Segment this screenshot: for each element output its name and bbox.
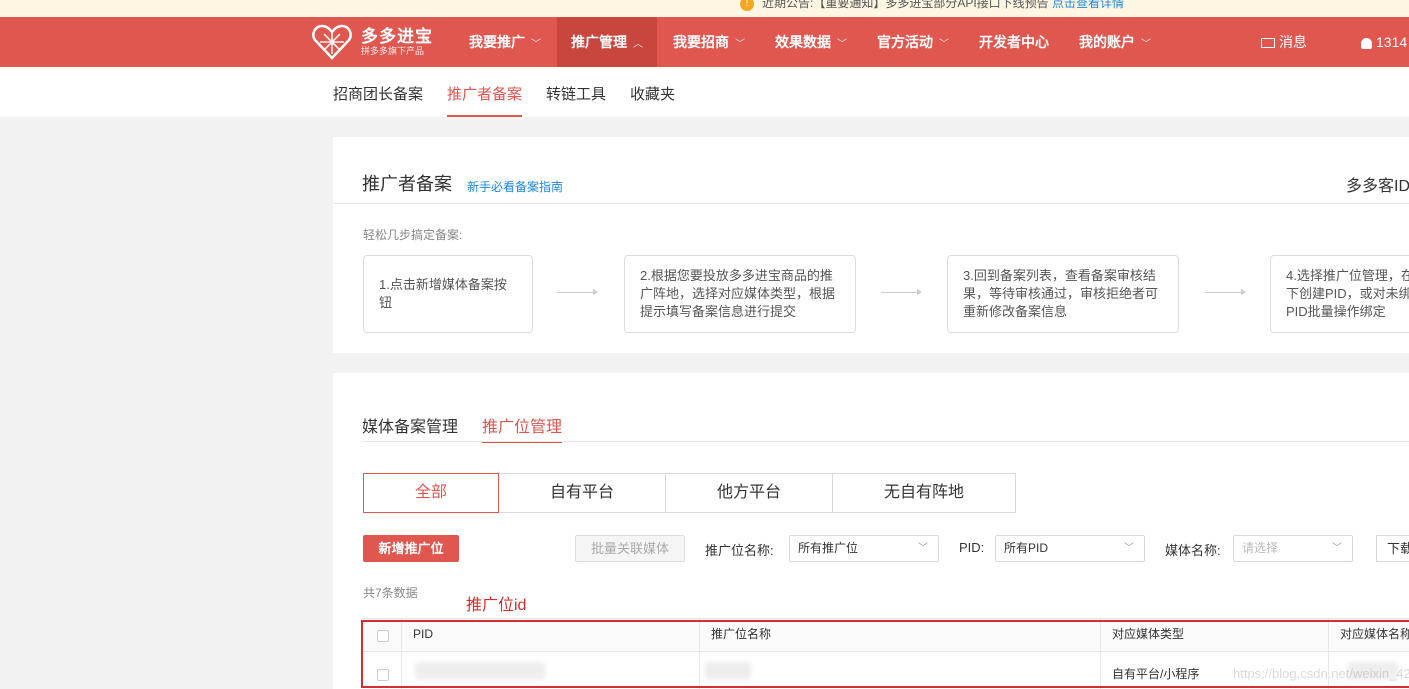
chevron-down-icon: ﹀: [735, 39, 745, 50]
logo[interactable]: 多多进宝 拼多多旗下产品: [312, 24, 433, 60]
duoduoke-id-label: 多多客ID: [1346, 178, 1409, 195]
management-card: 媒体备案管理 推广位管理 全部 自有平台 他方平台 无自有阵地 新增推广位 批量…: [333, 373, 1409, 689]
sub-navigation: 招商团长备案 推广者备案 转链工具 收藏夹: [0, 67, 1409, 117]
step-2: 2.根据您要投放多多进宝商品的推广阵地，选择对应媒体类型，根据提示填写备案信息进…: [624, 255, 856, 333]
logo-icon: [312, 24, 352, 60]
segment-no-own-channel[interactable]: 无自有阵地: [832, 473, 1016, 513]
redacted-pid: [415, 662, 545, 680]
steps-hint: 轻松几步搞定备案:: [363, 228, 463, 242]
nav-item-data[interactable]: 效果数据 ﹀: [775, 17, 847, 67]
chevron-down-icon: ﹀: [939, 39, 949, 50]
divider: [333, 203, 1409, 204]
notice-link[interactable]: 点击查看详情: [1052, 0, 1124, 10]
arrow-right-icon: [557, 289, 598, 295]
redacted-position-name: [705, 662, 751, 680]
segment-own-platform[interactable]: 自有平台: [498, 473, 666, 513]
position-table: PID 推广位名称 对应媒体类型 对应媒体名称 自有平台/小程序 https:/…: [361, 618, 1409, 689]
table-header: PID 推广位名称 对应媒体类型 对应媒体名称: [363, 618, 1409, 652]
segment-all[interactable]: 全部: [363, 473, 499, 513]
notice-bar: ! 近期公告:【重要通知】多多进宝部分API接口下线预告 点击查看详情: [0, 0, 1409, 17]
header-media-type: 对应媒体类型: [1112, 627, 1185, 641]
record-count: 共7条数据: [363, 586, 418, 600]
subnav-item-promoter-filing[interactable]: 推广者备案: [447, 67, 523, 117]
column-divider: [401, 618, 402, 689]
column-divider: [1100, 618, 1101, 689]
row-media-type: 自有平台/小程序: [1112, 667, 1200, 681]
messages-button[interactable]: 消息: [1261, 17, 1307, 67]
step-4: 4.选择推广位管理，在下创建PID，或对未绑PID批量操作绑定: [1270, 255, 1409, 333]
header-pid: PID: [413, 627, 434, 641]
guide-link[interactable]: 新手必看备案指南: [467, 178, 563, 195]
warning-icon: !: [740, 0, 754, 11]
chevron-down-icon: ﹀: [1124, 543, 1134, 554]
top-navigation: 多多进宝 拼多多旗下产品 我要推广 ﹀ 推广管理 ︿ 我要招商 ﹀ 效果数据 ﹀ 官方活…: [0, 17, 1409, 67]
nav-item-developer[interactable]: 开发者中心: [979, 17, 1049, 67]
chevron-down-icon: ﹀: [531, 39, 541, 50]
brand-title: 多多进宝: [361, 27, 433, 46]
pid-label: PID:: [959, 540, 985, 555]
chevron-down-icon: ﹀: [837, 39, 847, 50]
tab-media-filing[interactable]: 媒体备案管理: [362, 413, 458, 443]
user-icon: [1361, 37, 1372, 49]
annotation-label: 推广位id: [466, 597, 527, 614]
filing-card: 推广者备案 新手必看备案指南 多多客ID 轻松几步搞定备案: 1.点击新增媒体备…: [333, 137, 1409, 353]
chevron-up-icon: ︿: [633, 39, 643, 50]
header-media-name: 对应媒体名称: [1340, 627, 1409, 641]
subnav-item-link-tool[interactable]: 转链工具: [546, 67, 606, 117]
download-button[interactable]: 下载: [1376, 535, 1409, 562]
chevron-down-icon: ﹀: [1141, 39, 1151, 50]
media-name-label: 媒体名称:: [1165, 543, 1221, 558]
tab-divider: [362, 441, 1409, 442]
tab-promotion-position[interactable]: 推广位管理: [482, 413, 563, 443]
header-position-name: 推广位名称: [711, 627, 772, 641]
subnav-item-favorites[interactable]: 收藏夹: [630, 67, 675, 117]
position-name-select[interactable]: 所有推广位 ﹀: [789, 535, 939, 562]
nav-item-promotion-management[interactable]: 推广管理 ︿: [557, 17, 657, 67]
user-menu[interactable]: 1314: [1361, 17, 1407, 67]
mail-icon: [1261, 38, 1275, 49]
chevron-down-icon: ﹀: [918, 543, 928, 554]
nav-item-account[interactable]: 我的账户 ﹀: [1079, 17, 1151, 67]
pid-select[interactable]: 所有PID ﹀: [995, 535, 1145, 562]
notice-text: 近期公告:【重要通知】多多进宝部分API接口下线预告: [762, 0, 1049, 10]
add-position-button[interactable]: 新增推广位: [363, 535, 459, 562]
chevron-down-icon: ﹀: [1332, 543, 1342, 554]
step-3: 3.回到备案列表，查看备案审核结果，等待审核通过，审核拒绝者可重新修改备案信息: [947, 255, 1179, 333]
segment-third-party[interactable]: 他方平台: [665, 473, 833, 513]
arrow-right-icon: [1205, 289, 1246, 295]
brand-subtitle: 拼多多旗下产品: [361, 46, 425, 56]
position-name-label: 推广位名称:: [705, 543, 774, 558]
page-title: 推广者备案: [362, 174, 452, 194]
row-checkbox[interactable]: [377, 669, 389, 681]
nav-item-merchant[interactable]: 我要招商 ﹀: [673, 17, 745, 67]
nav-item-promote[interactable]: 我要推广 ﹀: [469, 17, 541, 67]
subnav-item-merchant-filing[interactable]: 招商团长备案: [333, 67, 423, 117]
select-all-checkbox[interactable]: [377, 630, 389, 642]
arrow-right-icon: [881, 289, 922, 295]
watermark: https://blog.csdn.net/weixin_42729938: [1233, 666, 1409, 681]
media-name-select[interactable]: 请选择 ﹀: [1233, 535, 1353, 562]
step-1: 1.点击新增媒体备案按钮: [363, 255, 533, 333]
batch-link-media-button[interactable]: 批量关联媒体: [575, 535, 685, 562]
column-divider: [699, 618, 700, 689]
nav-item-activities[interactable]: 官方活动 ﹀: [877, 17, 949, 67]
